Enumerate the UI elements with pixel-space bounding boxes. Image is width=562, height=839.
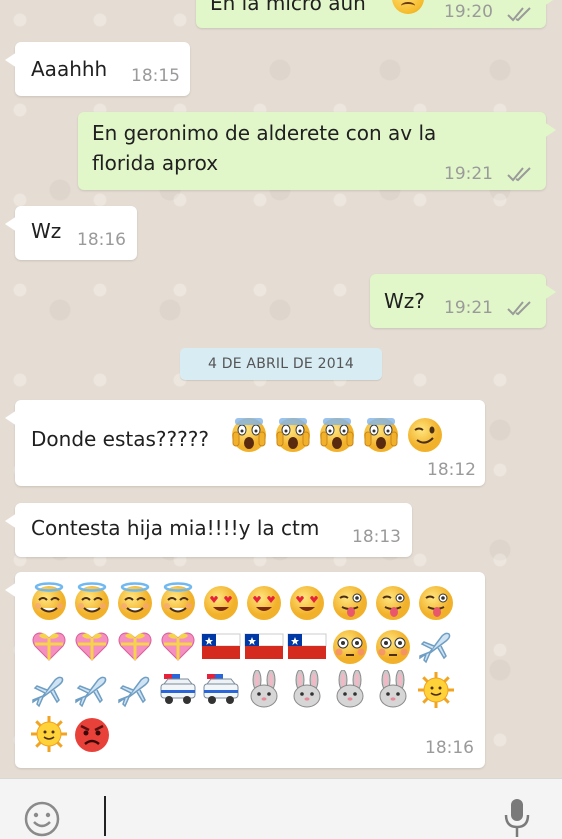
- message-text: Wz?: [384, 289, 425, 313]
- message-text: Aaahhh: [31, 57, 108, 81]
- chile-flag-emoji: [287, 626, 327, 666]
- halo-face-emoji: [115, 582, 155, 622]
- screaming-face-emoji: [361, 414, 401, 454]
- message-bubble-incoming[interactable]: Aaahhh 18:15: [5, 42, 190, 96]
- tongue-wink-face-emoji: [416, 582, 456, 622]
- halo-face-emoji: [29, 582, 69, 622]
- chile-flag-emoji: [201, 626, 241, 666]
- date-divider: 4 DE ABRIL DE 2014: [180, 348, 382, 380]
- message-time: 18:13: [352, 527, 401, 547]
- gift-heart-emoji: [158, 626, 198, 666]
- message-text: En la micro aun: [210, 0, 366, 15]
- message-time: 19:21: [444, 298, 493, 318]
- message-text: Wz: [31, 219, 62, 243]
- message-text: En geronimo de alderete con av la florid…: [92, 121, 437, 175]
- double-check-icon: [507, 167, 531, 182]
- text-input[interactable]: [104, 796, 106, 836]
- message-bubble-incoming[interactable]: Donde estas????? 18:12: [5, 400, 485, 486]
- double-check-icon: [507, 7, 531, 22]
- flushed-face-emoji: [330, 626, 370, 666]
- rabbit-face-emoji: [330, 669, 370, 710]
- chat-area[interactable]: En la micro aun 19:20 Aaahhh 18:15 En ge…: [0, 0, 562, 778]
- message-time: 18:12: [427, 460, 476, 480]
- emoji-row: [229, 414, 479, 454]
- rabbit-face-emoji: [244, 669, 284, 710]
- gift-heart-emoji: [115, 626, 155, 666]
- winking-face-emoji: [405, 414, 445, 454]
- tongue-wink-face-emoji: [373, 582, 413, 622]
- message-input-bar[interactable]: [0, 778, 562, 839]
- screaming-face-emoji: [317, 414, 357, 454]
- emoji-grid: [29, 582, 479, 762]
- worried-face-emoji: [392, 0, 424, 14]
- gift-heart-emoji: [72, 626, 112, 666]
- sun-face-emoji: [416, 670, 456, 710]
- airplane-emoji: [72, 670, 112, 710]
- police-car-emoji: [158, 670, 198, 710]
- heart-eyes-face-emoji: [244, 582, 284, 622]
- message-bubble-outgoing[interactable]: Wz? 19:21: [370, 274, 556, 328]
- tongue-wink-face-emoji: [330, 582, 370, 622]
- message-bubble-outgoing[interactable]: En la micro aun 19:20: [196, 0, 556, 28]
- message-time: 18:16: [77, 230, 126, 250]
- screaming-face-emoji: [273, 414, 313, 454]
- heart-eyes-face-emoji: [201, 582, 241, 622]
- microphone-icon[interactable]: [500, 797, 534, 839]
- sun-face-emoji: [29, 714, 69, 754]
- airplane-emoji: [416, 626, 456, 666]
- gift-heart-emoji: [29, 626, 69, 666]
- double-check-icon: [507, 301, 531, 316]
- airplane-emoji: [115, 670, 155, 710]
- screaming-face-emoji: [229, 414, 269, 454]
- message-bubble-incoming[interactable]: 18:16: [5, 572, 485, 768]
- message-time: 18:15: [131, 66, 180, 86]
- smiley-icon[interactable]: [22, 799, 62, 839]
- message-text: Contesta hija mia!!!!y la ctm: [31, 516, 320, 540]
- halo-face-emoji: [158, 582, 198, 622]
- message-bubble-incoming[interactable]: Wz 18:16: [5, 206, 137, 260]
- police-car-emoji: [201, 670, 241, 710]
- rabbit-face-emoji: [287, 669, 327, 710]
- message-bubble-outgoing[interactable]: En geronimo de alderete con av la florid…: [78, 112, 556, 190]
- chile-flag-emoji: [244, 626, 284, 666]
- message-text: Donde estas?????: [31, 427, 209, 451]
- airplane-emoji: [29, 670, 69, 710]
- message-bubble-incoming[interactable]: Contesta hija mia!!!!y la ctm 18:13: [5, 503, 412, 557]
- message-time: 18:16: [425, 738, 474, 758]
- flushed-face-emoji: [373, 626, 413, 666]
- halo-face-emoji: [72, 582, 112, 622]
- message-time: 19:21: [444, 164, 493, 184]
- pouting-face-emoji: [72, 714, 112, 754]
- message-time: 19:20: [444, 2, 493, 22]
- heart-eyes-face-emoji: [287, 582, 327, 622]
- rabbit-face-emoji: [373, 669, 413, 710]
